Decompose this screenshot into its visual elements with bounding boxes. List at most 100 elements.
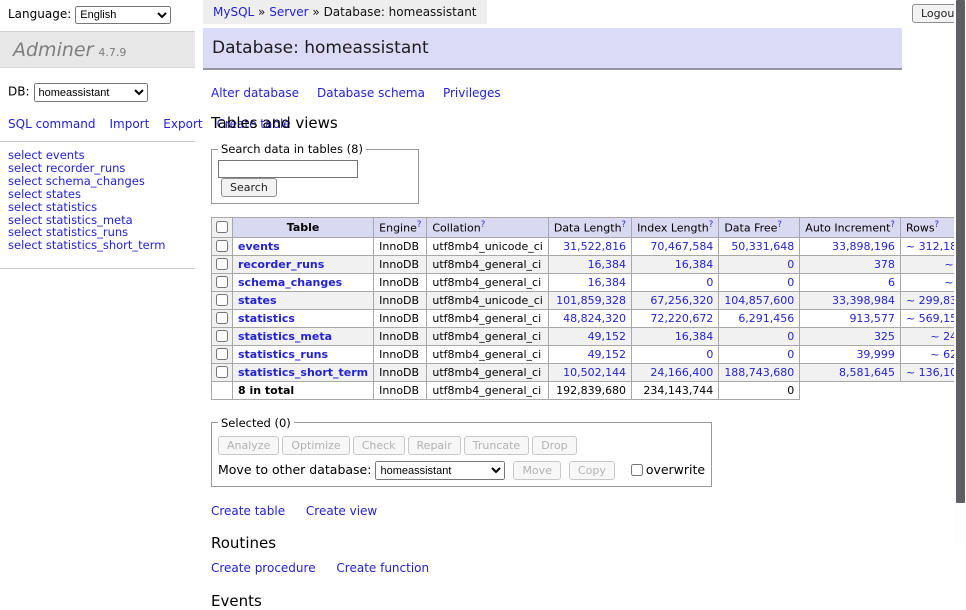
table-link-statistics-meta[interactable]: statistics_meta: [238, 330, 332, 343]
row-checkbox-states[interactable]: [216, 294, 228, 306]
data-length-cell: 49,152: [548, 345, 631, 363]
table-row: schema_changesInnoDButf8mb4_general_ci16…: [212, 273, 966, 291]
total-collation-cell: utf8mb4_general_ci: [427, 381, 548, 399]
table-link-statistics[interactable]: statistics: [238, 312, 295, 325]
sidebar-item-select-events[interactable]: select events: [8, 149, 187, 162]
index-length-cell: 16,384: [632, 327, 719, 345]
privileges-link[interactable]: Privileges: [443, 86, 501, 100]
create-view-link[interactable]: Create view: [306, 504, 377, 518]
table-link-recorder-runs[interactable]: recorder_runs: [238, 258, 324, 271]
sidebar-action-sql-command[interactable]: SQL command: [8, 117, 95, 131]
vertical-scrollbar[interactable]: [954, 0, 966, 543]
table-link-statistics-runs[interactable]: statistics_runs: [238, 348, 328, 361]
overwrite-checkbox[interactable]: [631, 464, 643, 476]
table-row: statistics_short_termInnoDButf8mb4_gener…: [212, 363, 966, 381]
index-length-cell: 70,467,584: [632, 237, 719, 255]
breadcrumb-server-link[interactable]: Server: [269, 5, 308, 19]
check-button: Check: [353, 436, 405, 455]
row-checkbox-recorder-runs[interactable]: [216, 258, 228, 270]
data-free-cell: 0: [719, 255, 800, 273]
index-length-cell: 72,220,672: [632, 309, 719, 327]
help-link[interactable]: ?: [481, 220, 486, 230]
row-checkbox-events[interactable]: [216, 240, 228, 252]
language-select[interactable]: English: [75, 6, 171, 24]
sidebar-action-import[interactable]: Import: [109, 117, 149, 131]
search-input[interactable]: [218, 160, 358, 178]
table-name-cell: statistics_meta: [233, 327, 374, 345]
help-link[interactable]: ?: [622, 220, 627, 230]
auto-increment-cell: 378: [800, 255, 901, 273]
table-link-schema-changes[interactable]: schema_changes: [238, 276, 342, 289]
data-length-cell: 101,859,328: [548, 291, 631, 309]
row-checkbox-statistics-short-term[interactable]: [216, 366, 228, 378]
db-label: DB:: [8, 85, 30, 99]
overwrite-label: overwrite: [646, 462, 705, 477]
column-header-table: Table: [233, 218, 374, 238]
row-checkbox-statistics-runs[interactable]: [216, 348, 228, 360]
move-db-select[interactable]: homeassistant: [375, 461, 505, 480]
sidebar-item-select-statistics-short-term[interactable]: select statistics_short_term: [8, 239, 187, 252]
total-spacer-cell: [800, 381, 966, 399]
table-link-statistics-short-term[interactable]: statistics_short_term: [238, 366, 368, 379]
help-link[interactable]: ?: [709, 220, 714, 230]
db-select[interactable]: homeassistant: [34, 83, 148, 102]
app-version: 4.7.9: [98, 46, 126, 59]
drop-button: Drop: [532, 436, 576, 455]
help-link[interactable]: ?: [935, 220, 940, 230]
help-link[interactable]: ?: [417, 220, 422, 230]
collation-cell: utf8mb4_general_ci: [427, 273, 548, 291]
table-name-cell: schema_changes: [233, 273, 374, 291]
create-table-link[interactable]: Create table: [211, 504, 285, 518]
table-name-cell: states: [233, 291, 374, 309]
search-button[interactable]: Search: [221, 178, 277, 197]
scrollbar-thumb[interactable]: [956, 0, 965, 503]
engine-cell: InnoDB: [374, 327, 427, 345]
table-link-states[interactable]: states: [238, 294, 277, 307]
column-header-index-length: Index Length?: [632, 218, 719, 238]
table-link-events[interactable]: events: [238, 240, 280, 253]
sidebar-item-select-statistics[interactable]: select statistics: [8, 201, 187, 214]
overwrite-option[interactable]: overwrite: [627, 462, 705, 477]
search-legend: Search data in tables (8): [218, 142, 366, 156]
row-checkbox-cell: [212, 345, 233, 363]
sidebar-table-links: select eventsselect recorder_runsselect …: [0, 142, 195, 260]
data-length-cell: 16,384: [548, 255, 631, 273]
sidebar-action-export[interactable]: Export: [163, 117, 202, 131]
table-header-row: TableEngine?Collation?Data Length?Index …: [212, 218, 966, 238]
row-checkbox-cell: [212, 309, 233, 327]
data-free-cell: 188,743,680: [719, 363, 800, 381]
events-title: Events: [211, 592, 944, 610]
breadcrumb-mysql-link[interactable]: MySQL: [213, 5, 254, 19]
data-free-cell: 0: [719, 345, 800, 363]
create-function-link[interactable]: Create function: [336, 561, 429, 575]
routine-links: Create procedure Create function: [211, 561, 944, 575]
auto-increment-cell: 33,898,196: [800, 237, 901, 255]
content: Alter databaseDatabase schemaPrivileges …: [203, 86, 944, 610]
sidebar-item-select-recorder-runs[interactable]: select recorder_runs: [8, 162, 187, 175]
column-header-data-length: Data Length?: [548, 218, 631, 238]
auto-increment-cell: 33,398,984: [800, 291, 901, 309]
collation-cell: utf8mb4_general_ci: [427, 309, 548, 327]
auto-increment-cell: 913,577: [800, 309, 901, 327]
create-procedure-link[interactable]: Create procedure: [211, 561, 316, 575]
engine-cell: InnoDB: [374, 237, 427, 255]
sidebar-item-select-schema-changes[interactable]: select schema_changes: [8, 175, 187, 188]
select-all-checkbox[interactable]: [216, 221, 228, 233]
index-length-cell: 0: [632, 345, 719, 363]
sidebar-item-select-states[interactable]: select states: [8, 188, 187, 201]
data-length-cell: 16,384: [548, 273, 631, 291]
alter-database-link[interactable]: Alter database: [211, 86, 299, 100]
row-checkbox-statistics-meta[interactable]: [216, 330, 228, 342]
database-schema-link[interactable]: Database schema: [317, 86, 425, 100]
table-row: eventsInnoDButf8mb4_unicode_ci31,522,816…: [212, 237, 966, 255]
routines-title: Routines: [211, 534, 944, 552]
data-free-cell: 50,331,648: [719, 237, 800, 255]
help-link[interactable]: ?: [890, 220, 895, 230]
language-label: Language:: [8, 7, 71, 21]
breadcrumb-separator: »: [312, 5, 319, 19]
repair-button: Repair: [408, 436, 461, 455]
help-link[interactable]: ?: [777, 220, 782, 230]
row-checkbox-statistics[interactable]: [216, 312, 228, 324]
total-data-length-cell: 192,839,680: [548, 381, 631, 399]
row-checkbox-schema-changes[interactable]: [216, 276, 228, 288]
